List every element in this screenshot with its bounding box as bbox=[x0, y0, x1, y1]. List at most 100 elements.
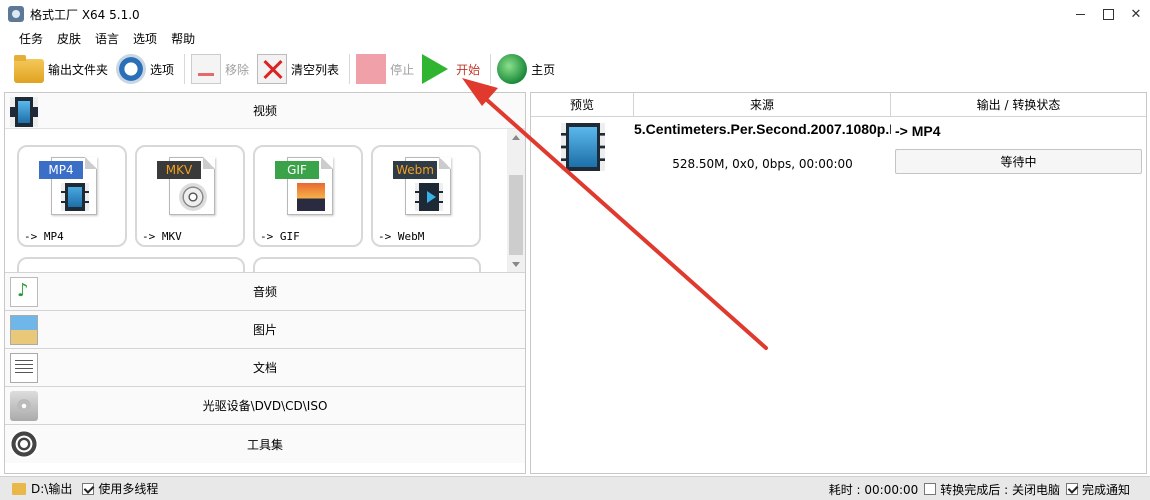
column-preview[interactable]: 预览 bbox=[531, 93, 634, 116]
format-tile-mkv[interactable]: MKV -> MKV bbox=[135, 145, 245, 247]
format-tile-webm[interactable]: Webm -> WebM bbox=[371, 145, 481, 247]
format-label: -> MP4 bbox=[24, 230, 64, 243]
clear-list-label: 清空列表 bbox=[291, 62, 340, 77]
clear-list-button[interactable]: 清空列表 bbox=[257, 51, 347, 87]
task-status-badge: 等待中 bbox=[895, 149, 1142, 174]
notify-checkbox[interactable] bbox=[1065, 483, 1078, 495]
minimize-button[interactable] bbox=[1066, 0, 1094, 28]
start-button[interactable]: 开始 bbox=[422, 51, 488, 87]
options-label: 选项 bbox=[150, 62, 175, 77]
remove-icon bbox=[191, 54, 222, 84]
remove-button[interactable]: 移除 bbox=[191, 51, 257, 87]
category-audio-label: 音频 bbox=[252, 285, 277, 299]
category-list: 音频 图片 文档 光驱设备\DVD\CD\ISO 工具集 bbox=[5, 273, 525, 463]
task-target-format: -> MP4 bbox=[895, 123, 941, 139]
category-video[interactable]: 视频 bbox=[5, 93, 525, 129]
format-tile-device[interactable] bbox=[253, 257, 481, 272]
globe-icon bbox=[497, 54, 528, 84]
audio-icon bbox=[10, 277, 38, 307]
output-folder-button[interactable]: 输出文件夹 bbox=[14, 51, 116, 87]
stop-icon bbox=[356, 54, 387, 84]
image-icon bbox=[297, 183, 325, 211]
format-tile-gif[interactable]: GIF -> GIF bbox=[253, 145, 363, 247]
multithread-checkbox[interactable] bbox=[82, 482, 95, 495]
output-path[interactable]: D:\输出 bbox=[31, 480, 72, 497]
film-reel-icon bbox=[10, 429, 38, 459]
category-panel: 视频 MP4 -> MP4 MKV -> MKV GIF -> GIF Webm… bbox=[4, 92, 526, 474]
window-title: 格式工厂 X64 5.1.0 bbox=[30, 7, 140, 22]
menu-task[interactable]: 任务 bbox=[12, 30, 50, 47]
menu-skin[interactable]: 皮肤 bbox=[50, 30, 88, 47]
multithread-label: 使用多线程 bbox=[98, 482, 159, 496]
format-badge: MP4 bbox=[39, 161, 83, 179]
toolbar-divider bbox=[490, 54, 492, 84]
category-tools[interactable]: 工具集 bbox=[5, 425, 525, 463]
maximize-button[interactable] bbox=[1094, 0, 1122, 28]
format-badge: GIF bbox=[275, 161, 319, 179]
menu-options[interactable]: 选项 bbox=[126, 30, 164, 47]
optical-drive-icon bbox=[10, 391, 38, 421]
remove-label: 移除 bbox=[225, 62, 250, 77]
after-complete-label[interactable]: 转换完成后 : 关闭电脑 bbox=[940, 481, 1060, 498]
category-image[interactable]: 图片 bbox=[5, 311, 525, 349]
options-icon bbox=[116, 54, 147, 84]
format-badge: Webm bbox=[393, 161, 437, 179]
app-icon bbox=[8, 6, 24, 22]
column-source[interactable]: 来源 bbox=[634, 93, 891, 116]
video-grid-scrollbar[interactable] bbox=[507, 129, 525, 272]
home-button[interactable]: 主页 bbox=[497, 51, 563, 87]
category-tools-label: 工具集 bbox=[246, 437, 283, 452]
stop-button[interactable]: 停止 bbox=[356, 51, 422, 87]
category-document[interactable]: 文档 bbox=[5, 349, 525, 387]
format-label: -> GIF bbox=[260, 230, 300, 243]
disc-icon bbox=[179, 183, 207, 211]
status-bar: D:\输出 使用多线程 耗时 : 00:00:00 转换完成后 : 关闭电脑 完… bbox=[0, 476, 1150, 500]
folder-icon bbox=[14, 55, 44, 83]
title-bar: 格式工厂 X64 5.1.0 ✕ bbox=[0, 0, 1150, 28]
film-icon bbox=[10, 97, 38, 127]
toolbar-divider bbox=[184, 54, 186, 84]
toolbar-divider bbox=[349, 54, 351, 84]
menu-help[interactable]: 帮助 bbox=[164, 30, 202, 47]
elapsed-time: 耗时 : 00:00:00 bbox=[828, 482, 919, 497]
category-audio[interactable]: 音频 bbox=[5, 273, 525, 311]
after-complete-checkbox[interactable] bbox=[924, 483, 937, 495]
category-document-label: 文档 bbox=[252, 361, 277, 375]
document-icon bbox=[10, 353, 38, 383]
clear-list-icon bbox=[257, 54, 288, 84]
category-image-label: 图片 bbox=[252, 323, 277, 337]
column-output[interactable]: 输出 / 转换状态 bbox=[891, 93, 1146, 116]
status-bar-right: 耗时 : 00:00:00 转换完成后 : 关闭电脑 完成通知 bbox=[823, 477, 1130, 500]
output-folder-label: 输出文件夹 bbox=[48, 62, 109, 77]
format-tile-mp4[interactable]: MP4 -> MP4 bbox=[17, 145, 127, 247]
toolbar: 输出文件夹 选项 移除 清空列表 停止 开始 主页 bbox=[0, 48, 1150, 90]
menu-language[interactable]: 语言 bbox=[88, 30, 126, 47]
category-video-label: 视频 bbox=[252, 104, 277, 118]
video-format-grid: MP4 -> MP4 MKV -> MKV GIF -> GIF Webm ->… bbox=[5, 129, 525, 273]
film-icon bbox=[561, 123, 605, 171]
category-rom-label: 光驱设备\DVD\CD\ISO bbox=[202, 399, 328, 413]
window-controls: ✕ bbox=[1066, 0, 1150, 28]
scroll-up-icon[interactable] bbox=[512, 135, 520, 140]
picture-icon bbox=[10, 315, 38, 345]
scroll-thumb[interactable] bbox=[509, 175, 523, 255]
close-button[interactable]: ✕ bbox=[1122, 0, 1150, 28]
task-row[interactable]: 5.Centimeters.Per.Second.2007.1080p.BluR… bbox=[531, 117, 1146, 179]
home-label: 主页 bbox=[531, 62, 556, 77]
category-rom[interactable]: 光驱设备\DVD\CD\ISO bbox=[5, 387, 525, 425]
stop-label: 停止 bbox=[390, 62, 415, 77]
folder-icon[interactable] bbox=[12, 482, 26, 495]
menu-bar: 任务 皮肤 语言 选项 帮助 bbox=[0, 28, 202, 48]
film-icon bbox=[415, 183, 443, 211]
film-icon bbox=[61, 183, 89, 211]
task-source-meta: 528.50M, 0x0, 0bps, 00:00:00 bbox=[672, 157, 853, 171]
format-badge: MKV bbox=[157, 161, 201, 179]
notify-label: 完成通知 bbox=[1081, 482, 1130, 497]
format-label: -> WebM bbox=[378, 230, 425, 243]
options-button[interactable]: 选项 bbox=[116, 51, 182, 87]
task-list-header: 预览 来源 输出 / 转换状态 bbox=[531, 93, 1146, 117]
format-label: -> MKV bbox=[142, 230, 182, 243]
scroll-down-icon[interactable] bbox=[512, 262, 520, 267]
task-list-panel: 预览 来源 输出 / 转换状态 5.Centimeters.Per.Second… bbox=[530, 92, 1147, 474]
format-tile-more[interactable] bbox=[17, 257, 245, 272]
